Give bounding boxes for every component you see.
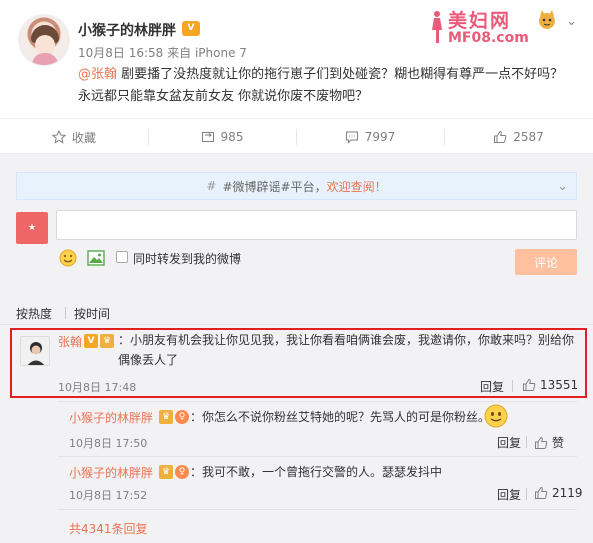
medal-icon[interactable]: ♀ [175, 465, 189, 479]
woman-silhouette-icon [432, 11, 442, 43]
action-bar: 收藏 985 7997 2587 [0, 118, 593, 154]
like-count: 2587 [513, 130, 544, 144]
watermark-site: MF08.com [448, 30, 529, 46]
reply-divider [58, 509, 577, 510]
repost-button[interactable]: 985 [148, 119, 296, 155]
favorite-label: 收藏 [71, 130, 96, 145]
thumbs-up-icon [494, 130, 507, 143]
comment-input[interactable] [56, 210, 577, 240]
watermark-title: 美妇网 [448, 10, 512, 32]
author-name[interactable]: 小猴子的林胖胖 [78, 20, 176, 40]
sort-divider [0, 324, 593, 325]
comment-like-count: 13551 [540, 378, 579, 392]
vip-level-icon[interactable]: ♛ [159, 465, 173, 479]
hashtag-icon: # [206, 179, 217, 193]
favorite-button[interactable]: 收藏 [0, 119, 148, 155]
post-time[interactable]: 10月8日 16:58 [78, 46, 163, 60]
reply-button[interactable]: 回复 [497, 486, 521, 503]
post-meta: 10月8日 16:58 来自 iPhone 7 [78, 44, 247, 61]
sort-by-hot[interactable]: 按热度 [16, 305, 52, 322]
repost-icon [201, 132, 214, 142]
repost-checkbox-label[interactable]: 同时转发到我的微博 [133, 250, 241, 267]
comment-sort-bar: 按热度 按时间 [16, 305, 577, 323]
reply-like-count: 赞 [552, 436, 565, 450]
reply-like-button[interactable]: 赞 [534, 434, 564, 451]
reply-text: ：我可不敢，一个曾拖行交警的人。瑟瑟发抖中 [190, 465, 443, 479]
vip-badge-icon[interactable]: V [182, 21, 200, 36]
image-upload-icon[interactable] [86, 248, 106, 268]
cat-mascot-icon [539, 10, 555, 29]
reply-text: ：你怎么不说你粉丝艾特她的呢？先骂人的可是你粉丝。 [190, 410, 491, 424]
sort-by-time[interactable]: 按时间 [74, 305, 110, 322]
my-avatar[interactable]: ★ [16, 212, 48, 244]
thumbs-up-icon [535, 486, 548, 499]
post-source: 来自 iPhone 7 [167, 46, 247, 60]
reply-time: 10月8日 17:50 [69, 437, 148, 450]
like-button[interactable]: 2587 [444, 119, 593, 155]
reply-author-name[interactable]: 小猴子的林胖胖 [69, 409, 153, 426]
emoji-icon[interactable] [58, 248, 78, 268]
reply-like-button[interactable]: 2119 [534, 486, 583, 500]
mention-link[interactable]: @张翰 [78, 67, 117, 82]
vip-level-icon[interactable]: ♛ [159, 410, 173, 424]
reply-author-name[interactable]: 小猴子的林胖胖 [69, 464, 153, 481]
post-text: @张翰 剧要播了没热度就让你的拖行崽子们到处碰瓷？糊也糊得有尊严一点不好吗？永远… [78, 64, 568, 108]
commenter-avatar[interactable] [20, 336, 50, 366]
verified-badge-icon[interactable]: V [84, 334, 98, 348]
comment-text: ：小朋友有机会我让你见见我，我让你看看咱俩谁会废，我邀请你，你敢来吗？别给你偶像… [118, 333, 575, 367]
reply-like-count: 2119 [552, 486, 583, 500]
reply-button[interactable]: 回复 [480, 378, 504, 395]
comment-button[interactable]: 7997 [296, 119, 444, 155]
repost-checkbox[interactable] [116, 251, 128, 263]
chevron-down-icon[interactable]: ⌄ [566, 14, 577, 29]
post-body: 剧要播了没热度就让你的拖行崽子们到处碰瓷？糊也糊得有尊严一点不好吗？永远都只能靠… [78, 67, 564, 104]
comment-section: # #微博辟谣#平台， 欢迎查阅！ ⌄ ★ 同时转发到我的微博 评论 按热度 按… [0, 160, 593, 543]
comment-count: 7997 [364, 130, 396, 144]
commenter-name[interactable]: 张翰 [58, 333, 82, 350]
watermark-logo: 美妇网 MF08.com [428, 6, 558, 50]
smiley-emoji-icon [484, 404, 508, 428]
repost-count: 985 [220, 130, 244, 144]
comment-like-button[interactable]: 13551 [522, 378, 578, 392]
thumbs-up-icon [523, 378, 536, 391]
medal-icon[interactable]: ♀ [175, 410, 189, 424]
notice-welcome-link[interactable]: 欢迎查阅！ [327, 178, 387, 195]
close-icon[interactable]: ⌄ [557, 179, 568, 194]
star-icon [51, 130, 66, 144]
thumbs-up-icon [535, 436, 548, 449]
comment-time: 10月8日 17:48 [58, 381, 137, 394]
vip-level-icon[interactable]: ♛ [100, 334, 114, 348]
reply-divider [58, 456, 577, 457]
weibo-post: 小猴子的林胖胖 V 10月8日 16:58 来自 iPhone 7 @张翰 剧要… [0, 0, 593, 158]
submit-comment-button[interactable]: 评论 [515, 249, 577, 275]
notice-prefix: #微博辟谣#平台， [222, 179, 327, 194]
more-replies-link[interactable]: 共4341条回复 [69, 520, 148, 537]
author-avatar[interactable] [18, 14, 70, 66]
reply-button[interactable]: 回复 [497, 434, 521, 451]
reply-divider [58, 401, 577, 402]
comment-icon [345, 131, 358, 144]
rumor-notice-banner[interactable]: # #微博辟谣#平台， 欢迎查阅！ ⌄ [16, 172, 577, 200]
reply-time: 10月8日 17:52 [69, 489, 148, 502]
